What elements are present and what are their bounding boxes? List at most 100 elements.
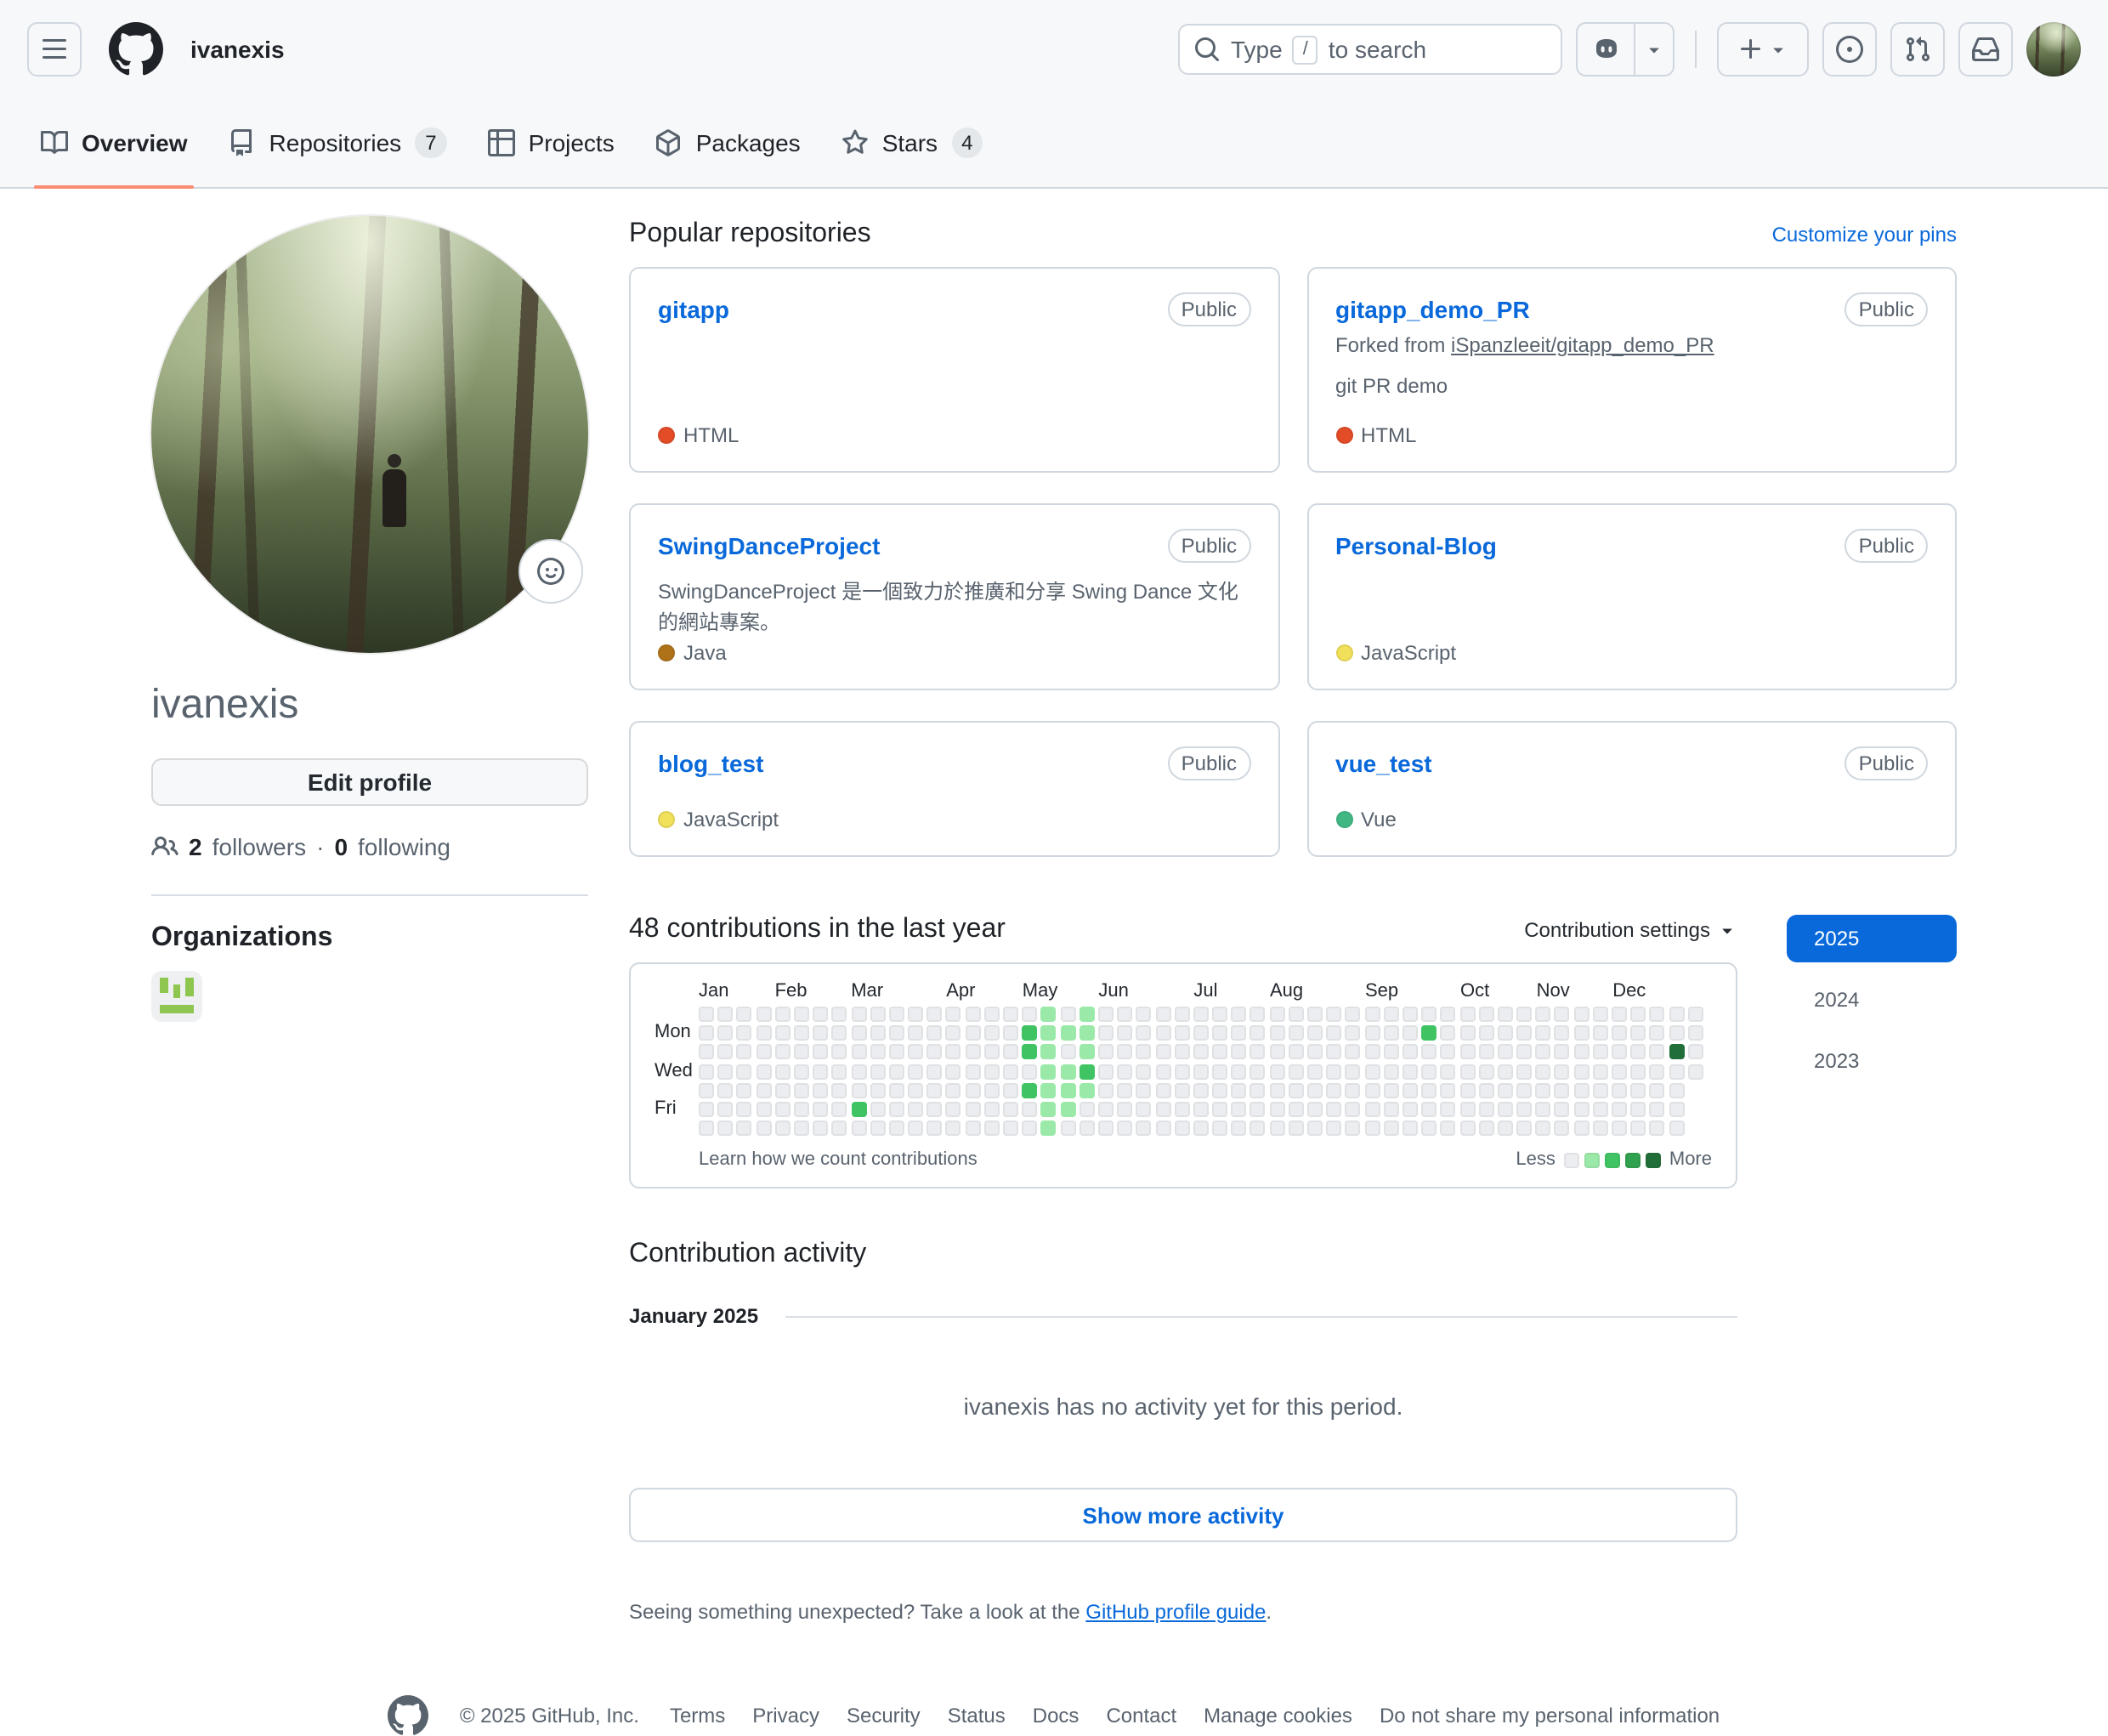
- contribution-cell[interactable]: [699, 1101, 714, 1117]
- contribution-cell[interactable]: [1003, 1082, 1018, 1098]
- contribution-cell[interactable]: [945, 1082, 961, 1098]
- contribution-cell[interactable]: [831, 1064, 847, 1080]
- contribution-cell[interactable]: [1060, 1101, 1076, 1117]
- contribution-cell[interactable]: [1573, 1044, 1590, 1060]
- user-avatar[interactable]: [2026, 22, 2081, 77]
- contribution-cell[interactable]: [926, 1025, 943, 1041]
- contribution-cell[interactable]: [831, 1044, 847, 1060]
- issues-button[interactable]: [1822, 22, 1877, 77]
- contribution-cell[interactable]: [1269, 1120, 1285, 1137]
- contribution-cell[interactable]: [1117, 1120, 1133, 1137]
- contribution-cell[interactable]: [1269, 1025, 1285, 1041]
- contribution-cell[interactable]: [813, 1101, 829, 1117]
- contribution-cell[interactable]: [1554, 1025, 1570, 1041]
- contribution-cell[interactable]: [1364, 1025, 1380, 1041]
- contribution-cell[interactable]: [1687, 1025, 1703, 1041]
- inbox-button[interactable]: [1958, 22, 2013, 77]
- contribution-cell[interactable]: [908, 1064, 924, 1080]
- contribution-cell[interactable]: [1250, 1120, 1266, 1137]
- contribution-cell[interactable]: [983, 1082, 1000, 1098]
- contribution-cell[interactable]: [1174, 1025, 1190, 1041]
- year-button-2024[interactable]: 2024: [1787, 976, 1957, 1024]
- contribution-cell[interactable]: [926, 1044, 943, 1060]
- contribution-cell[interactable]: [813, 1120, 829, 1137]
- contribution-cell[interactable]: [736, 1044, 752, 1060]
- contribution-cell[interactable]: [1079, 1082, 1095, 1098]
- contribution-cell[interactable]: [1022, 1064, 1038, 1080]
- contribution-cell[interactable]: [1554, 1101, 1570, 1117]
- contribution-cell[interactable]: [1326, 1007, 1342, 1022]
- contribution-cell[interactable]: [1649, 1064, 1665, 1080]
- contribution-cell[interactable]: [1364, 1120, 1380, 1137]
- footer-link[interactable]: Status: [948, 1704, 1006, 1727]
- contribution-cell[interactable]: [1516, 1025, 1533, 1041]
- contribution-cell[interactable]: [1307, 1007, 1323, 1022]
- contribution-cell[interactable]: [1440, 1101, 1456, 1117]
- contribution-cell[interactable]: [1592, 1082, 1608, 1098]
- repo-name-link[interactable]: gitapp: [658, 296, 729, 323]
- contribution-cell[interactable]: [774, 1064, 790, 1080]
- contribution-cell[interactable]: [965, 1007, 981, 1022]
- contribution-cell[interactable]: [1288, 1120, 1304, 1137]
- contribution-cell[interactable]: [1269, 1082, 1285, 1098]
- contribution-cell[interactable]: [717, 1120, 734, 1137]
- contribution-cell[interactable]: [1269, 1007, 1285, 1022]
- contribution-cell[interactable]: [717, 1082, 734, 1098]
- contribution-cell[interactable]: [736, 1007, 752, 1022]
- contribution-cell[interactable]: [1155, 1007, 1170, 1022]
- contribution-cell[interactable]: [717, 1064, 734, 1080]
- footer-link[interactable]: Security: [847, 1704, 921, 1727]
- contribution-cell[interactable]: [1117, 1025, 1133, 1041]
- contribution-cell[interactable]: [1592, 1101, 1608, 1117]
- contribution-cell[interactable]: [870, 1082, 886, 1098]
- contribution-cell[interactable]: [1060, 1082, 1076, 1098]
- repo-name-link[interactable]: gitapp_demo_PR: [1335, 296, 1530, 323]
- contribution-cell[interactable]: [1288, 1025, 1304, 1041]
- contribution-cell[interactable]: [965, 1044, 981, 1060]
- contribution-cell[interactable]: [1079, 1101, 1095, 1117]
- contribution-cell[interactable]: [756, 1025, 772, 1041]
- contribution-cell[interactable]: [1174, 1064, 1190, 1080]
- contribution-cell[interactable]: [831, 1120, 847, 1137]
- contribution-cell[interactable]: [1269, 1101, 1285, 1117]
- contribution-cell[interactable]: [1402, 1120, 1418, 1137]
- contribution-cell[interactable]: [1022, 1007, 1038, 1022]
- contribution-cell[interactable]: [1288, 1064, 1304, 1080]
- contribution-cell[interactable]: [1097, 1101, 1114, 1117]
- contribution-cell[interactable]: [1060, 1120, 1076, 1137]
- contribution-cell[interactable]: [945, 1064, 961, 1080]
- topbar-username[interactable]: ivanexis: [190, 36, 285, 63]
- contribution-cell[interactable]: [926, 1082, 943, 1098]
- contribution-cell[interactable]: [888, 1044, 904, 1060]
- contribution-cell[interactable]: [756, 1064, 772, 1080]
- contribution-cell[interactable]: [1383, 1120, 1399, 1137]
- contribution-cell[interactable]: [1174, 1082, 1190, 1098]
- contribution-cell[interactable]: [1079, 1007, 1095, 1022]
- contribution-cell[interactable]: [1669, 1101, 1685, 1117]
- contribution-cell[interactable]: [1022, 1025, 1038, 1041]
- tab-packages[interactable]: Packages: [642, 99, 814, 187]
- contribution-cell[interactable]: [793, 1007, 809, 1022]
- contribution-cell[interactable]: [699, 1044, 714, 1060]
- contribution-cell[interactable]: [736, 1082, 752, 1098]
- contribution-cell[interactable]: [1459, 1007, 1475, 1022]
- contribution-cell[interactable]: [1117, 1082, 1133, 1098]
- contribution-cell[interactable]: [1459, 1025, 1475, 1041]
- contribution-cell[interactable]: [1193, 1101, 1209, 1117]
- show-more-activity-button[interactable]: Show more activity: [629, 1488, 1737, 1543]
- contribution-cell[interactable]: [908, 1101, 924, 1117]
- contribution-cell[interactable]: [908, 1082, 924, 1098]
- contribution-cell[interactable]: [1193, 1044, 1209, 1060]
- contribution-cell[interactable]: [1040, 1044, 1057, 1060]
- contribution-cell[interactable]: [813, 1064, 829, 1080]
- contribution-cell[interactable]: [717, 1025, 734, 1041]
- contribution-cell[interactable]: [1345, 1082, 1361, 1098]
- footer-link[interactable]: Manage cookies: [1204, 1704, 1352, 1727]
- contribution-cell[interactable]: [870, 1120, 886, 1137]
- contribution-cell[interactable]: [831, 1007, 847, 1022]
- contribution-cell[interactable]: [965, 1064, 981, 1080]
- contribution-cell[interactable]: [1592, 1044, 1608, 1060]
- contribution-cell[interactable]: [1079, 1025, 1095, 1041]
- contribution-cell[interactable]: [1097, 1120, 1114, 1137]
- contribution-cell[interactable]: [1612, 1064, 1627, 1080]
